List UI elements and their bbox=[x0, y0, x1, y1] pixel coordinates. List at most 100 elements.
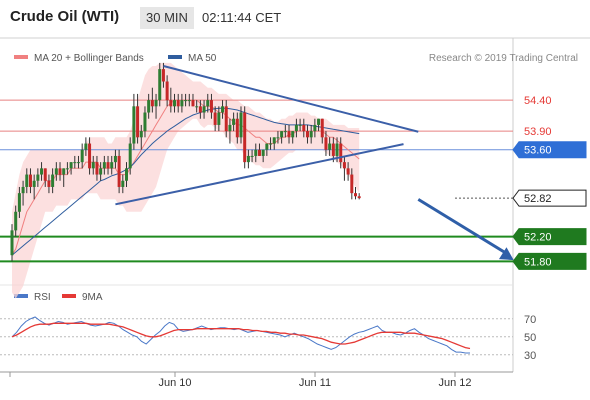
candle bbox=[132, 93, 136, 150]
candle-body bbox=[291, 131, 295, 138]
candle-body bbox=[269, 143, 273, 145]
candle-body bbox=[143, 112, 147, 132]
candle-body bbox=[191, 100, 195, 107]
x-tick-label: Jun 12 bbox=[438, 377, 471, 389]
candle-body bbox=[65, 168, 69, 170]
candle-body bbox=[73, 162, 77, 164]
price-label-53-60: 53.60 bbox=[512, 141, 587, 159]
candle-body bbox=[125, 168, 128, 181]
candle-body bbox=[84, 143, 88, 150]
candle-body bbox=[198, 106, 202, 113]
candle-body bbox=[54, 168, 58, 175]
candle-body bbox=[150, 100, 154, 107]
chart-frame bbox=[0, 37, 590, 373]
candle-body bbox=[313, 124, 317, 132]
candle-body bbox=[10, 230, 14, 256]
price-label-51-80: 51.80 bbox=[512, 252, 587, 270]
candle-body bbox=[324, 137, 328, 150]
candle-body bbox=[169, 100, 173, 107]
candle-body bbox=[132, 106, 136, 144]
candle bbox=[357, 193, 361, 200]
candle-body bbox=[246, 155, 250, 163]
candle-body bbox=[76, 162, 80, 164]
candle-body bbox=[342, 162, 346, 169]
candle-body bbox=[139, 131, 143, 138]
candle-body bbox=[21, 186, 25, 194]
legend-swatch-ma50 bbox=[168, 55, 182, 59]
candle-body bbox=[221, 106, 225, 113]
price-label-text: 53.60 bbox=[524, 145, 552, 157]
candle-body bbox=[209, 100, 213, 113]
price-label-text: 51.80 bbox=[524, 256, 552, 268]
candle-body bbox=[113, 155, 117, 163]
candle-body bbox=[239, 112, 243, 138]
x-axis: Jun 10 Jun 11 Jun 12 bbox=[9, 372, 472, 389]
candle-body bbox=[99, 168, 103, 175]
x-tick-label: Jun 10 bbox=[158, 377, 191, 389]
candle-body bbox=[346, 168, 350, 175]
rsi-pane: 30 50 70 bbox=[0, 314, 536, 362]
candle-body bbox=[32, 180, 36, 187]
candle-body bbox=[154, 100, 158, 107]
candle-body bbox=[136, 106, 140, 138]
candle-body bbox=[317, 118, 321, 125]
candle-body bbox=[232, 118, 236, 125]
candle-body bbox=[147, 100, 151, 113]
rsi-tick-label: 50 bbox=[524, 332, 536, 344]
candle-body bbox=[28, 174, 32, 187]
candle-body bbox=[217, 112, 221, 125]
candle-body bbox=[88, 143, 92, 169]
price-label-52-20: 52.20 bbox=[512, 228, 587, 246]
candle-body bbox=[58, 168, 62, 175]
candle-body bbox=[184, 100, 188, 102]
legend-label-rsi: RSI bbox=[34, 292, 51, 303]
candle-body bbox=[69, 162, 73, 169]
candle-body bbox=[235, 118, 239, 138]
price-label-text: 52.20 bbox=[524, 232, 552, 244]
candle-body bbox=[173, 100, 177, 107]
candle-body bbox=[224, 106, 228, 132]
x-tick-label: Jun 11 bbox=[299, 377, 331, 389]
legend-label-ma20: MA 20 + Bollinger Bands bbox=[34, 53, 144, 64]
candle-body bbox=[257, 149, 261, 156]
candle-body bbox=[335, 143, 339, 156]
price-label-text: 53.90 bbox=[524, 126, 552, 138]
candle-body bbox=[280, 131, 284, 138]
rsi-tick-label: 70 bbox=[524, 314, 536, 326]
candle-body bbox=[309, 131, 313, 138]
candle-body bbox=[302, 124, 306, 132]
candle-body bbox=[298, 124, 302, 126]
legend: MA 20 + Bollinger Bands MA 50 Research ©… bbox=[14, 53, 578, 64]
candle-body bbox=[195, 106, 199, 108]
candle-body bbox=[294, 124, 298, 132]
candle bbox=[243, 106, 247, 169]
candle-body bbox=[350, 174, 354, 194]
candle-body bbox=[305, 131, 309, 138]
candle-body bbox=[250, 155, 254, 157]
candle-body bbox=[128, 143, 132, 169]
candle bbox=[354, 186, 357, 200]
candle-body bbox=[117, 155, 121, 187]
price-label-53-90: 53.90 bbox=[524, 126, 552, 138]
projection-arrow-shaft bbox=[417, 198, 509, 256]
candle-body bbox=[121, 180, 125, 187]
price-labels: 54.40 53.90 53.60 52.82 52.20 51.80 bbox=[512, 95, 587, 270]
candle-body bbox=[43, 168, 47, 181]
candle-body bbox=[228, 124, 232, 132]
candle-body bbox=[165, 81, 169, 101]
price-chart: MA 20 + Bollinger Bands MA 50 Research ©… bbox=[0, 37, 590, 389]
candle-body bbox=[283, 131, 287, 133]
candle-body bbox=[261, 149, 265, 156]
candle-body bbox=[206, 100, 210, 107]
candle-body bbox=[243, 112, 247, 163]
candle-body bbox=[40, 168, 44, 175]
candle bbox=[158, 62, 162, 107]
candle-body bbox=[161, 69, 165, 82]
legend-label-9ma: 9MA bbox=[82, 292, 103, 303]
candle-body bbox=[287, 131, 291, 138]
candle-body bbox=[357, 196, 361, 199]
candle-body bbox=[14, 211, 18, 231]
candle-body bbox=[320, 118, 324, 138]
candle bbox=[117, 149, 121, 194]
candle-body bbox=[276, 137, 280, 139]
